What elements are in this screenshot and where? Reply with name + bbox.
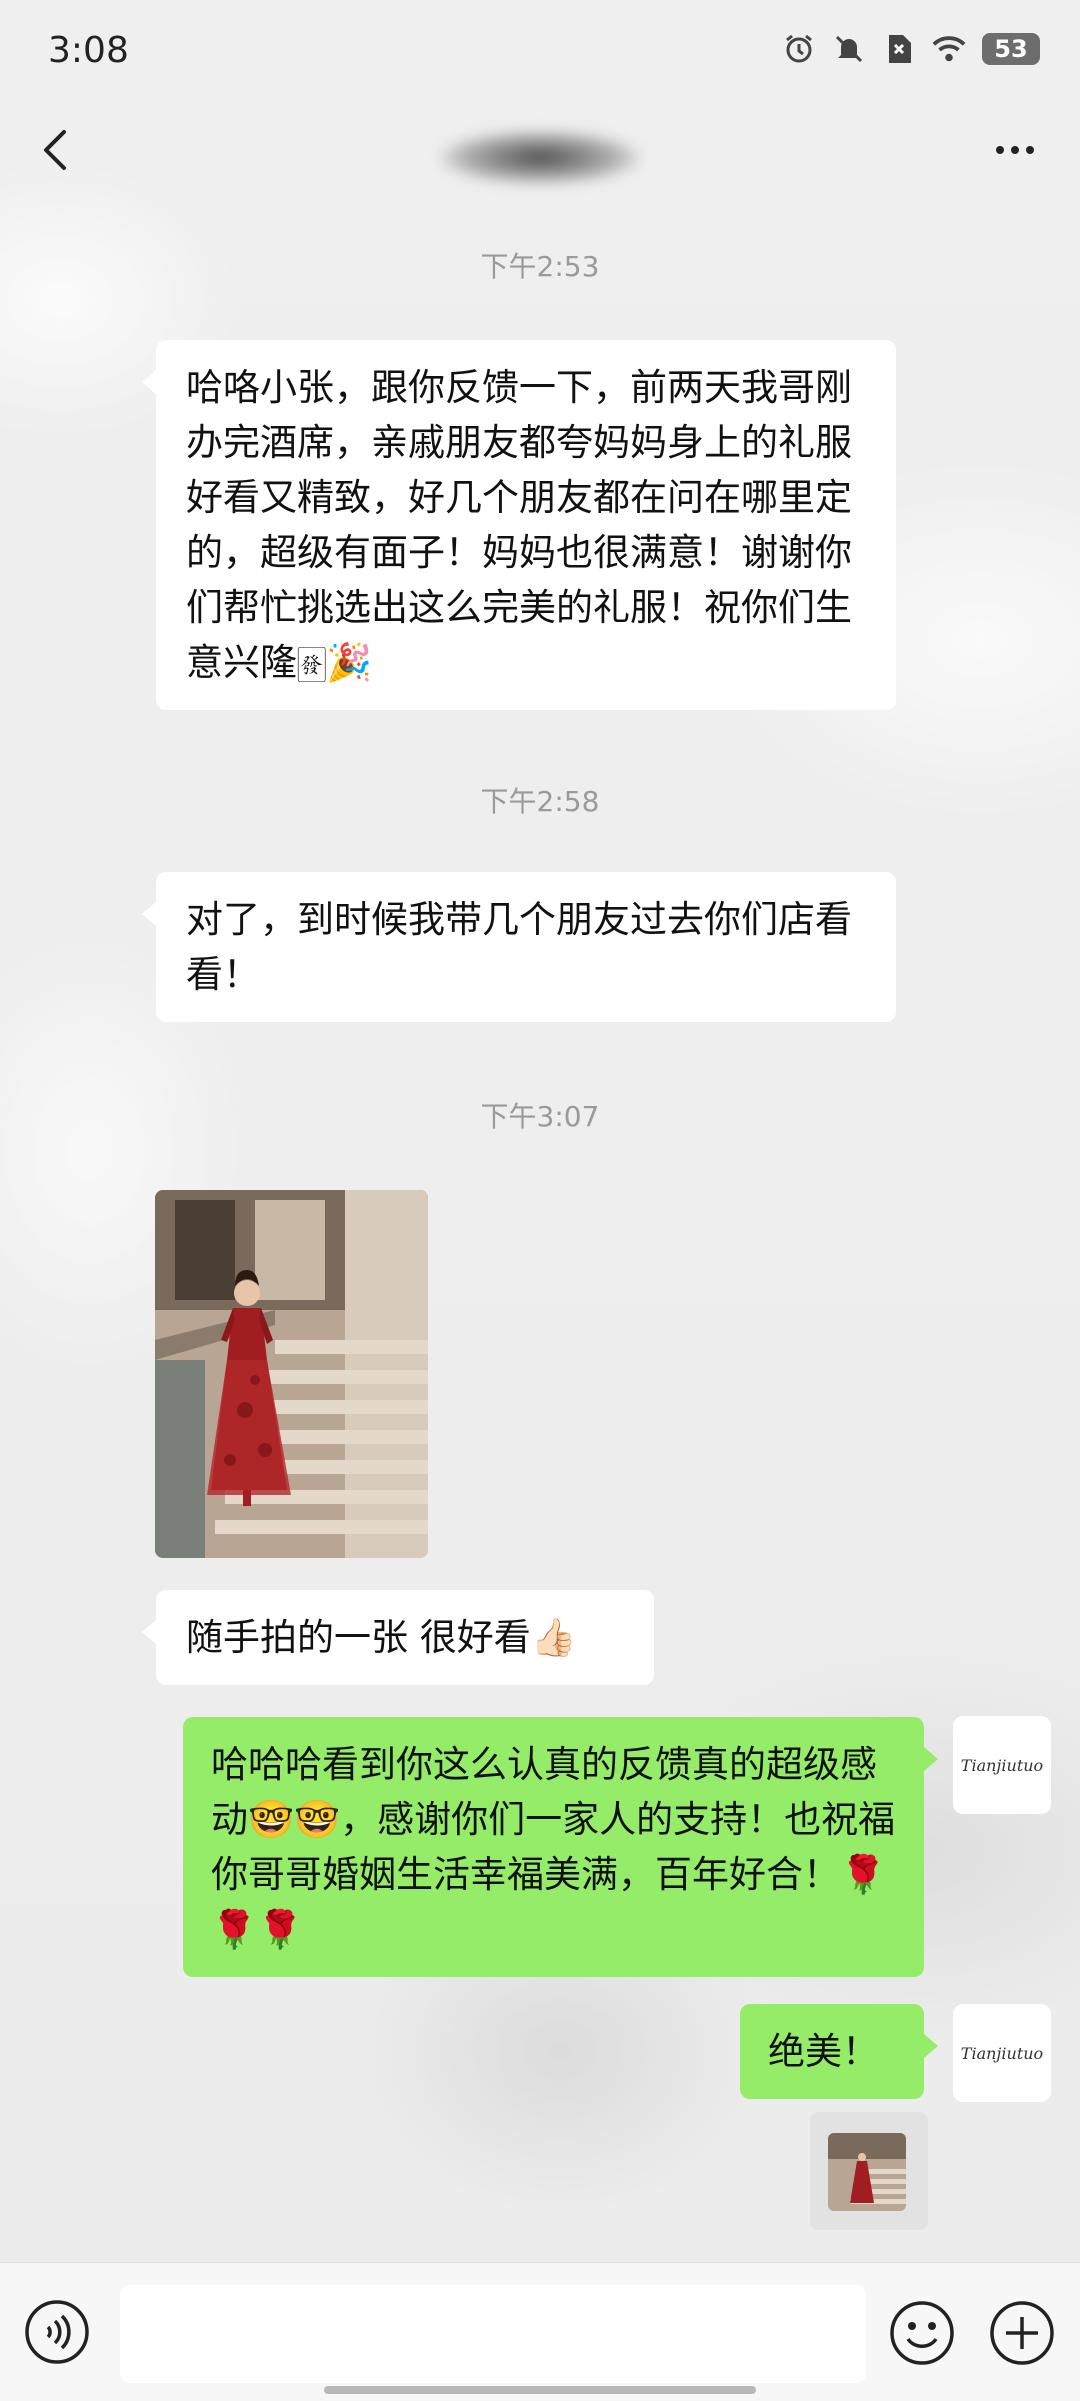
timestamp: 下午2:53: [480, 250, 600, 283]
message-input[interactable]: [120, 2285, 866, 2383]
avatar[interactable]: Tianjiutuo: [953, 1716, 1051, 1814]
smile-icon: [890, 2301, 954, 2365]
home-indicator[interactable]: [324, 2386, 756, 2394]
more-functions-button[interactable]: [988, 2299, 1056, 2367]
chevron-left-icon: [44, 130, 66, 170]
more-dots-icon: [996, 146, 1034, 154]
status-bar: 3:08 53: [0, 0, 1080, 105]
avatar-logo-text: Tianjiutuo: [960, 1755, 1044, 1775]
message-bubble-outgoing[interactable]: 绝美！: [740, 2004, 938, 2099]
photo-woman-red-dress: [155, 1190, 428, 1558]
avatar-logo-text: Tianjiutuo: [960, 2043, 1044, 2063]
status-time: 3:08: [48, 30, 129, 71]
emoji-button[interactable]: [888, 2299, 956, 2367]
image-message[interactable]: [810, 2112, 928, 2230]
message-bubble-incoming[interactable]: 哈咯小张，跟你反馈一下，前两天我哥刚办完酒席，亲戚朋友都夸妈妈身上的礼服好看又精…: [142, 340, 896, 710]
thumbnail-image: [828, 2133, 906, 2211]
voice-button[interactable]: [24, 2299, 90, 2365]
contact-name-redacted: [440, 130, 640, 185]
chat-header: [0, 105, 1080, 200]
image-message[interactable]: [155, 1190, 428, 1558]
input-bar: [0, 2262, 1080, 2401]
back-button[interactable]: [30, 120, 90, 180]
message-bubble-incoming[interactable]: 对了，到时候我带几个朋友过去你们店看看！: [142, 872, 896, 1022]
timestamp: 下午3:07: [480, 1100, 600, 1133]
plus-icon: [990, 2301, 1054, 2365]
timestamp: 下午2:58: [480, 785, 600, 818]
alarm-icon: [782, 32, 816, 66]
message-bubble-outgoing[interactable]: 哈哈哈看到你这么认真的反馈真的超级感动🤓🤓，感谢你们一家人的支持！也祝福你哥哥婚…: [183, 1717, 938, 1977]
mute-icon: [832, 32, 866, 66]
battery-indicator: 53: [982, 33, 1040, 65]
voice-icon: [25, 2300, 89, 2364]
more-button[interactable]: [980, 125, 1050, 175]
sim-off-icon: [882, 32, 916, 66]
message-bubble-incoming[interactable]: 随手拍的一张 很好看👍🏻: [142, 1590, 654, 1685]
wifi-icon: [932, 32, 966, 66]
avatar[interactable]: Tianjiutuo: [953, 2004, 1051, 2102]
